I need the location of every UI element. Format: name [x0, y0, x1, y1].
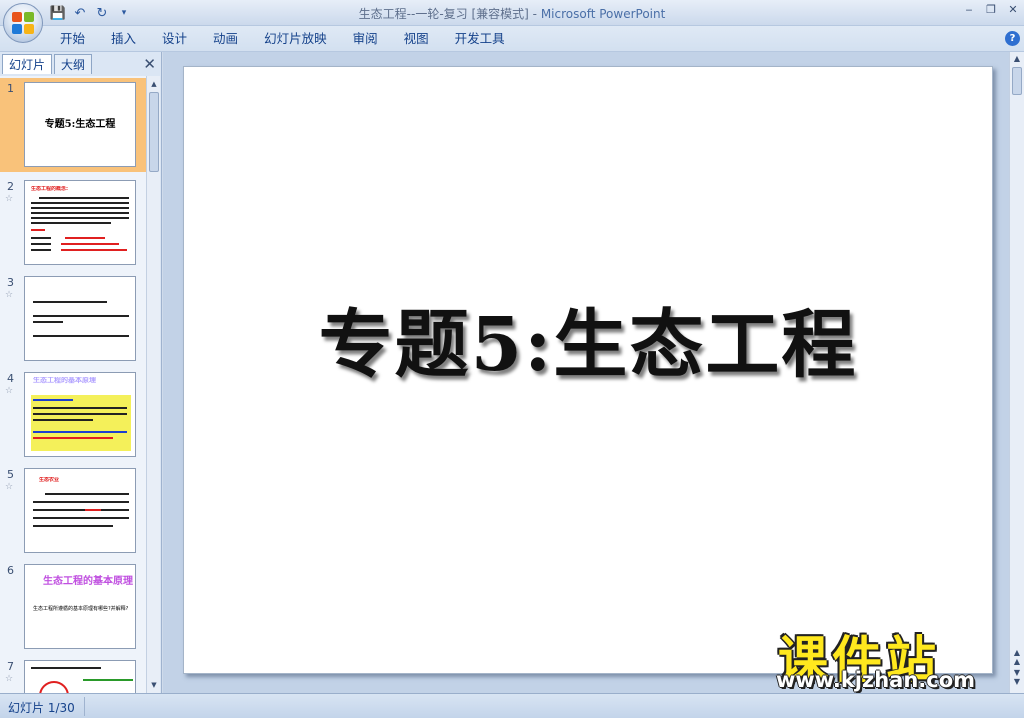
thumbnail-heading: 生态工程的基本原理: [33, 377, 96, 384]
close-panel-icon[interactable]: ✕: [143, 56, 156, 72]
thumbnail-row-7[interactable]: 7 ☆: [0, 656, 146, 693]
office-button[interactable]: [3, 3, 43, 43]
help-icon[interactable]: ?: [1005, 31, 1020, 46]
thumbnail-heading: 生态工程的概念:: [31, 186, 69, 192]
next-slide-icon[interactable]: ▼ ▼: [1011, 668, 1023, 686]
star-icon: ☆: [5, 482, 14, 492]
window-controls: ‒ ❐ ✕: [962, 3, 1020, 17]
tab-outline[interactable]: 大纲: [54, 54, 93, 74]
previous-slide-icon[interactable]: ▲ ▲: [1011, 648, 1023, 666]
thumbnail-title: 专题5:生态工程: [44, 119, 116, 130]
thumbnail-slide-5[interactable]: 生态农业: [24, 468, 136, 553]
thumbnail-row-3[interactable]: 3 ☆: [0, 272, 146, 366]
tab-slideshow[interactable]: 幻灯片放映: [251, 26, 340, 52]
panel-tabs: 幻灯片 大纲 ✕: [2, 54, 160, 74]
scroll-thumb[interactable]: [1012, 67, 1022, 95]
thumbnail-row-1[interactable]: 1 专题5:生态工程: [0, 78, 146, 172]
app-name: Microsoft PowerPoint: [540, 7, 666, 21]
tab-insert[interactable]: 插入: [98, 26, 149, 52]
thumbnail-number: 2: [7, 180, 14, 193]
thumbnail-scrollbar[interactable]: ▲ ▼: [146, 76, 160, 693]
star-icon: ☆: [5, 290, 14, 300]
minimize-icon[interactable]: ‒: [962, 3, 976, 17]
thumbnail-slide-4[interactable]: 生态工程的基本原理: [24, 372, 136, 457]
thumbnail-slide-3[interactable]: [24, 276, 136, 361]
thumbnail-number: 6: [7, 564, 14, 577]
star-icon: ☆: [5, 674, 14, 684]
thumbnail-number: 1: [7, 82, 14, 95]
title-bar: 💾 ↶ ↻ ▾ 生态工程--一轮-复习 [兼容模式] - Microsoft P…: [0, 0, 1024, 26]
slide-scrollbar[interactable]: ▲ ▲ ▲ ▼ ▼: [1009, 52, 1024, 693]
scroll-down-icon[interactable]: ▼: [148, 679, 160, 691]
current-slide[interactable]: 专题5:生态工程: [183, 66, 993, 674]
window-title: 生态工程--一轮-复习 [兼容模式] - Microsoft PowerPoin…: [0, 5, 1024, 22]
thumbnail-number: 4: [7, 372, 14, 385]
thumbnail-number: 5: [7, 468, 14, 481]
thumbnail-row-4[interactable]: 4 ☆ 生态工程的基本原理: [0, 368, 146, 462]
thumbnail-row-5[interactable]: 5 ☆ 生态农业: [0, 464, 146, 558]
star-icon: ☆: [5, 194, 14, 204]
thumbnail-heading: 生态农业: [39, 477, 60, 483]
thumbnail-row-6[interactable]: 6 生态工程的基本原理 生态工程所遵循的基本原理有哪些?并解释?: [0, 560, 146, 654]
tab-animations[interactable]: 动画: [200, 26, 251, 52]
tab-slides[interactable]: 幻灯片: [2, 54, 53, 74]
site-watermark: 课件站 www.kjzhan.com: [770, 620, 1008, 692]
thumbnail-slide-7[interactable]: [24, 660, 136, 693]
tab-developer[interactable]: 开发工具: [442, 26, 518, 52]
close-window-icon[interactable]: ✕: [1006, 3, 1020, 17]
thumbnail-body: 生态工程所遵循的基本原理有哪些?并解释?: [33, 606, 129, 612]
office-logo-icon: [12, 12, 34, 34]
status-bar: 幻灯片 1/30: [0, 693, 1024, 718]
title-separator: -: [528, 7, 541, 21]
ribbon-tabs: 开始 插入 设计 动画 幻灯片放映 审阅 视图 开发工具 ?: [0, 26, 1024, 52]
tab-design[interactable]: 设计: [149, 26, 200, 52]
thumbnail-row-2[interactable]: 2 ☆ 生态工程的概念:: [0, 176, 146, 270]
scroll-thumb[interactable]: [149, 92, 159, 172]
thumbnail-list: 1 专题5:生态工程 2 ☆ 生态工程的概念: 3 ☆ 4 ☆ 生态工程的基本原…: [0, 76, 146, 693]
slide-editing-area: 专题5:生态工程: [163, 52, 1009, 693]
restore-icon[interactable]: ❐: [984, 3, 998, 17]
document-name: 生态工程--一轮-复习 [兼容模式]: [358, 7, 529, 21]
tab-home[interactable]: 开始: [47, 26, 98, 52]
slides-panel: 幻灯片 大纲 ✕ 1 专题5:生态工程 2 ☆ 生态工程的概念: 3 ☆ 4 ☆…: [0, 52, 162, 693]
watermark-url: www.kjzhan.com: [776, 668, 976, 692]
scroll-up-icon[interactable]: ▲: [1011, 54, 1023, 63]
thumbnail-heading: 生态工程的基本原理: [43, 576, 133, 587]
thumbnail-slide-2[interactable]: 生态工程的概念:: [24, 180, 136, 265]
thumbnail-slide-1[interactable]: 专题5:生态工程: [24, 82, 136, 167]
tab-review[interactable]: 审阅: [340, 26, 391, 52]
status-divider: [84, 697, 85, 716]
slide-counter: 幻灯片 1/30: [8, 701, 75, 715]
thumbnail-number: 3: [7, 276, 14, 289]
tab-view[interactable]: 视图: [391, 26, 442, 52]
slide-title[interactable]: 专题5:生态工程: [184, 285, 992, 392]
thumbnail-slide-6[interactable]: 生态工程的基本原理 生态工程所遵循的基本原理有哪些?并解释?: [24, 564, 136, 649]
scroll-up-icon[interactable]: ▲: [148, 78, 160, 90]
star-icon: ☆: [5, 386, 14, 396]
thumbnail-number: 7: [7, 660, 14, 673]
